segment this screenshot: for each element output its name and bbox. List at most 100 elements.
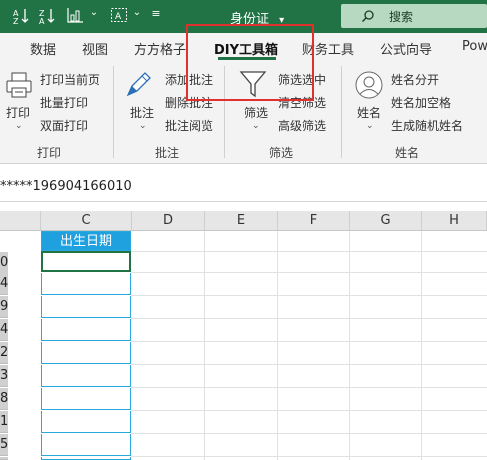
group-divider [341, 66, 342, 158]
row-fragment: 0 [0, 252, 8, 274]
group-label-name: 姓名 [395, 146, 420, 160]
row-fragment: 4 [0, 273, 8, 295]
chevron-down-icon[interactable]: ⌄ [15, 121, 23, 131]
text-box-icon[interactable]: A [108, 7, 130, 23]
highlight-box [186, 24, 314, 101]
formula-bar[interactable]: *****196904166010 [0, 172, 487, 202]
row-fragment-text: 4 [0, 276, 8, 291]
column-header-label: C [81, 213, 91, 228]
column-header-label: G [380, 213, 391, 228]
chevron-down-icon[interactable]: ⌄ [252, 121, 260, 131]
column-header-prev[interactable] [0, 211, 41, 231]
name-add-space-button[interactable]: 姓名加空格 [391, 94, 451, 111]
column-header-h[interactable]: H [422, 211, 487, 231]
formula-bar-value[interactable]: *****196904166010 [0, 179, 132, 194]
gridline [131, 433, 487, 434]
comment-review-button[interactable]: 批注阅览 [165, 117, 213, 134]
table-cell[interactable] [41, 411, 131, 433]
search-box[interactable]: 搜索 [341, 4, 487, 28]
row-fragment-text: 1 [0, 414, 8, 429]
row-fragment-text: 9 [0, 299, 8, 314]
chart-icon[interactable] [64, 7, 86, 23]
group-label-print: 打印 [37, 146, 62, 160]
row-fragment-text: 8 [0, 391, 8, 406]
active-cell[interactable] [41, 251, 131, 272]
row-fragment-text: 2 [0, 345, 8, 360]
chevron-down-icon[interactable]: ⌄ [366, 121, 374, 131]
name-button[interactable]: 姓名 [357, 104, 381, 121]
grid-spacer [0, 203, 487, 211]
filter-button[interactable]: 筛选 [244, 104, 268, 121]
column-header-e[interactable]: E [205, 211, 278, 231]
print-button[interactable]: 打印 [6, 104, 30, 121]
group-label-filter: 筛选 [269, 146, 294, 160]
svg-text:A: A [115, 12, 122, 22]
batch-print-button[interactable]: 批量打印 [40, 94, 88, 111]
table-cell[interactable] [41, 319, 131, 341]
search-icon [361, 8, 375, 27]
group-divider [113, 66, 114, 158]
table-cell[interactable] [41, 434, 131, 456]
row-fragment-text: 3 [0, 368, 8, 383]
tab-data[interactable]: 数据 [30, 39, 56, 58]
table-cell[interactable] [41, 342, 131, 364]
printer-icon[interactable] [4, 70, 34, 100]
gridline [131, 456, 487, 457]
column-header-label: E [236, 213, 246, 228]
dropdown-caret-icon[interactable]: ⌄ [132, 7, 142, 18]
column-header-c[interactable]: C [41, 211, 132, 231]
dropdown-caret-icon[interactable]: ⌄ [88, 7, 100, 18]
row-fragment: 5 [0, 434, 8, 456]
gridline [421, 231, 422, 460]
chevron-down-icon[interactable]: ⌄ [139, 121, 147, 131]
column-header-d[interactable]: D [132, 211, 205, 231]
row-fragment-text: 0 [0, 255, 8, 270]
tab-formula-wizard[interactable]: 公式向导 [380, 39, 432, 58]
row-fragment: 1 [0, 411, 8, 433]
row-header-blank [0, 231, 41, 251]
gridline [131, 318, 487, 319]
gridline [204, 231, 205, 460]
sort-az-icon[interactable]: AZ [10, 7, 32, 25]
split-name-button[interactable]: 姓名分开 [391, 71, 439, 88]
table-cell[interactable] [41, 365, 131, 387]
print-current-page-button[interactable]: 打印当前页 [40, 71, 100, 88]
group-label-comment: 批注 [155, 146, 180, 160]
table-cell[interactable] [41, 296, 131, 318]
tab-power[interactable]: Pow [462, 39, 487, 54]
person-icon[interactable] [354, 70, 384, 100]
row-fragment: 8 [0, 388, 8, 410]
gridline [131, 410, 487, 411]
customize-qa-icon[interactable]: ≡ [150, 7, 162, 20]
column-header-label: F [309, 213, 318, 228]
comment-button[interactable]: 批注 [130, 104, 154, 121]
row-fragment: 3 [0, 365, 8, 387]
table-cell[interactable] [41, 388, 131, 410]
tab-view[interactable]: 视图 [82, 39, 108, 58]
tab-fangfang[interactable]: 方方格子 [134, 39, 186, 58]
column-header-f[interactable]: F [278, 211, 350, 231]
svg-text:A: A [39, 17, 45, 25]
birthdate-header-text: 出生日期 [59, 234, 112, 249]
comment-pen-icon[interactable] [124, 68, 154, 100]
gridline [131, 272, 487, 273]
advanced-filter-button[interactable]: 高级筛选 [278, 117, 326, 134]
sort-desc-icon[interactable]: ZA [36, 7, 58, 25]
row-fragment: 4 [0, 319, 8, 341]
column-header-label: H [449, 213, 459, 228]
gridline [131, 364, 487, 365]
duplex-print-button[interactable]: 双面打印 [40, 117, 88, 134]
gridline [349, 231, 350, 460]
gridline [131, 251, 487, 252]
column-header-g[interactable]: G [350, 211, 422, 231]
svg-text:Z: Z [13, 17, 19, 25]
random-name-button[interactable]: 生成随机姓名 [391, 117, 463, 134]
table-cell[interactable] [41, 273, 131, 295]
gridline [131, 341, 487, 342]
gridline [131, 295, 487, 296]
row-fragment: 9 [0, 296, 8, 318]
search-label: 搜索 [389, 10, 414, 24]
birthdate-header-cell[interactable]: 出生日期 [41, 231, 131, 251]
gridline [131, 387, 487, 388]
row-fragment-text: 5 [0, 437, 8, 452]
